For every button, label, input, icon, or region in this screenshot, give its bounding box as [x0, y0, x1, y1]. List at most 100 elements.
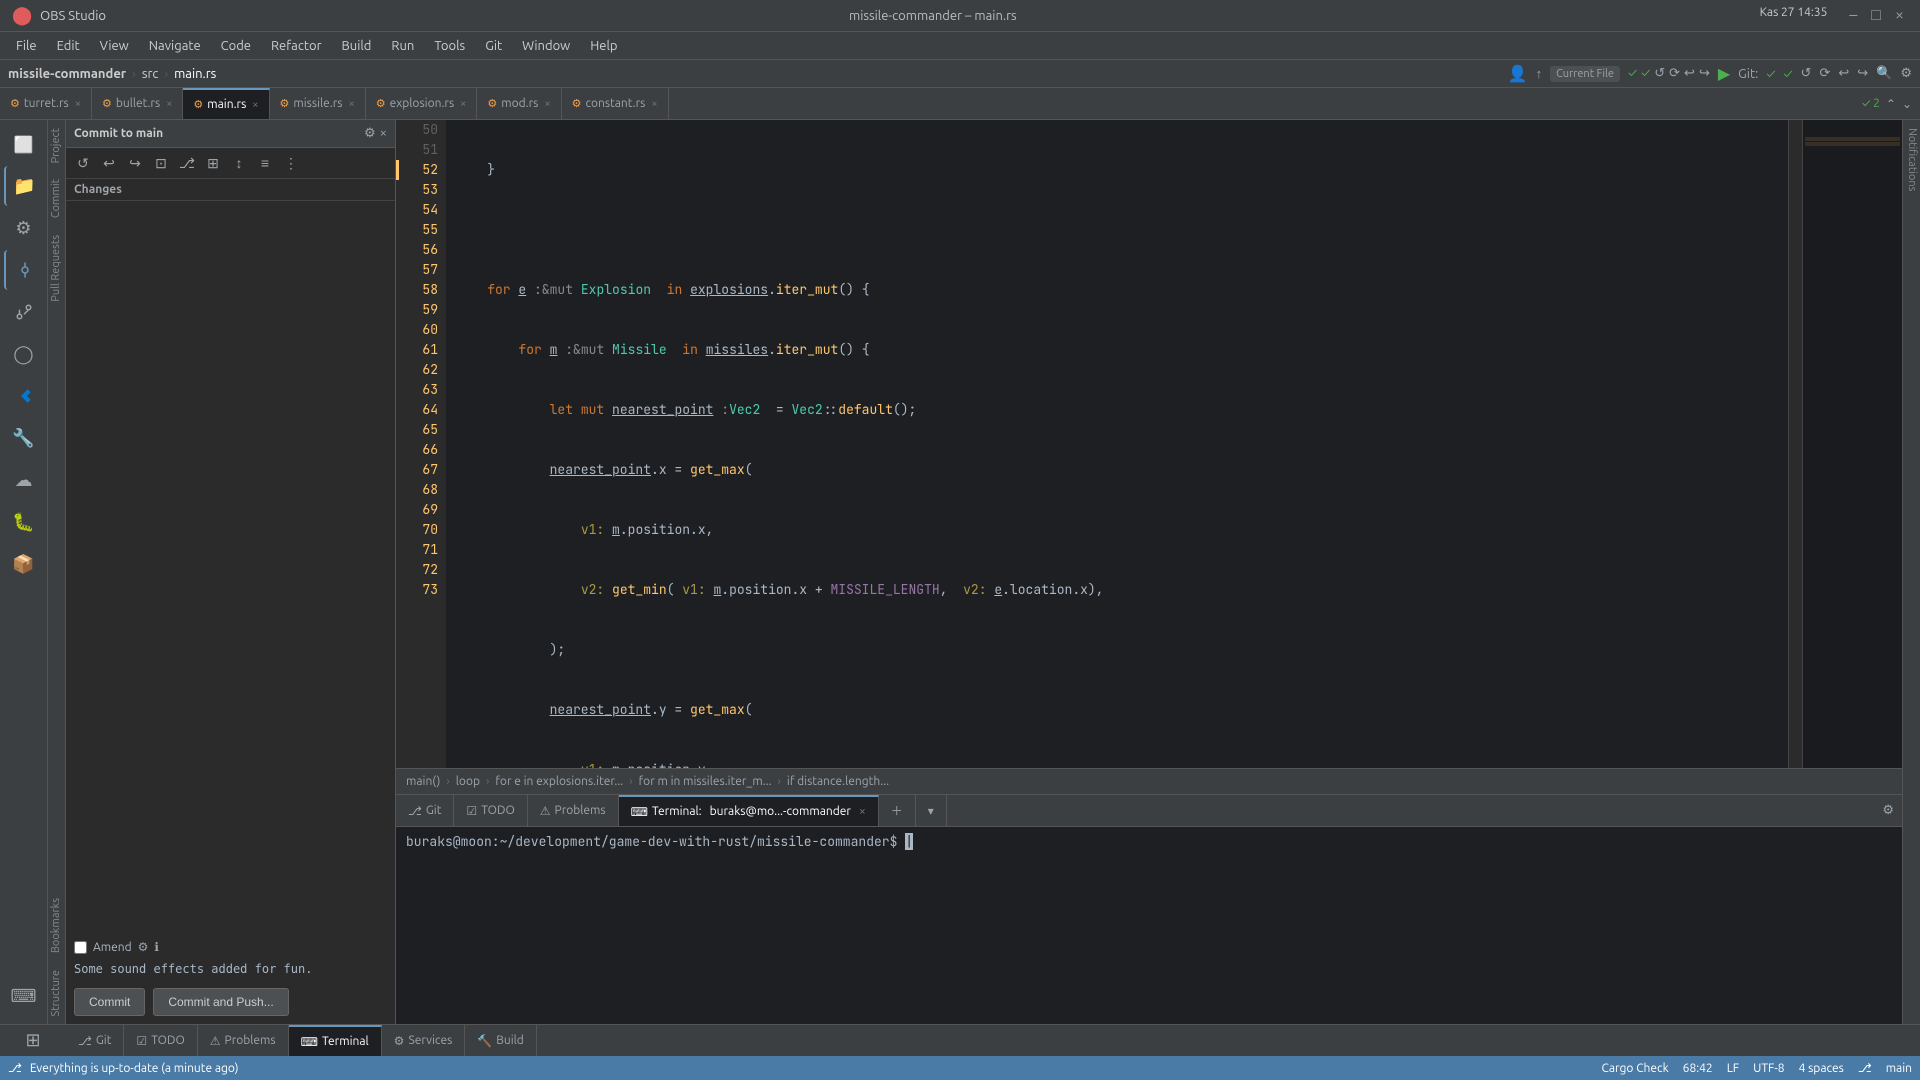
tab-close-icon[interactable]: × [348, 98, 354, 110]
code-content[interactable]: } for e :&mut Explosion in explosions.it… [446, 120, 1788, 768]
show-diff-button[interactable]: ⊡ [150, 152, 172, 174]
bc-if-distance[interactable]: if distance.length... [787, 775, 889, 788]
close-button[interactable]: × [1891, 6, 1908, 25]
bc-for-m[interactable]: for m in missiles.iter_m... [639, 775, 772, 788]
tab-close-icon[interactable]: × [252, 99, 258, 111]
notifications-label[interactable]: Notifications [1903, 120, 1920, 199]
tab-close-icon[interactable]: × [544, 98, 550, 110]
menu-git[interactable]: Git [477, 37, 510, 55]
terminal-tab-add[interactable]: ＋ [879, 795, 916, 826]
tab-explosion[interactable]: ⚙ explosion.rs × [366, 88, 478, 119]
tab-main[interactable]: ⚙ main.rs × [183, 88, 269, 119]
vert-label-commit[interactable]: Commit [48, 171, 65, 226]
tab-mod[interactable]: ⚙ mod.rs × [477, 88, 561, 119]
terminal-tab-git[interactable]: ⎇ Git [396, 795, 454, 826]
sidebar-icon-package[interactable]: 📦 [4, 544, 44, 584]
undo-button[interactable]: ↩ [98, 152, 120, 174]
sidebar-icon-teamcity[interactable]: 🔧 [4, 418, 44, 458]
menu-view[interactable]: View [92, 37, 137, 55]
sidebar-icon-debug[interactable]: 🐛 [4, 502, 44, 542]
menu-tools[interactable]: Tools [426, 37, 473, 55]
filter-button[interactable]: ≡ [254, 152, 276, 174]
terminal-tab-todo[interactable]: ☑ TODO [454, 795, 527, 826]
refresh-button[interactable]: ↺ [72, 152, 94, 174]
tab-constant[interactable]: ⚙ constant.rs × [562, 88, 669, 119]
bottom-tab-build[interactable]: 🔨 Build [465, 1025, 537, 1056]
group-button[interactable]: ⎇ [176, 152, 198, 174]
sidebar-icon-project[interactable]: 📁 [4, 166, 44, 206]
sidebar-icon-vscode[interactable] [4, 376, 44, 416]
tab-close-icon[interactable]: × [75, 98, 81, 110]
amend-checkbox[interactable] [74, 941, 87, 954]
more-button[interactable]: ⋮ [280, 152, 302, 174]
amend-label[interactable]: Amend [93, 941, 132, 954]
bottom-tab-git[interactable]: ⎇ Git [66, 1025, 124, 1056]
terminal-content[interactable]: buraks@moon:~/development/game-dev-with-… [396, 827, 1902, 1024]
commit-push-button[interactable]: Commit and Push... [153, 988, 288, 1016]
redo-button[interactable]: ↪ [124, 152, 146, 174]
menu-navigate[interactable]: Navigate [141, 37, 209, 55]
terminal-tab-problems[interactable]: ⚠ Problems [528, 795, 619, 826]
bc-for-e[interactable]: for e in explosions.iter... [495, 775, 623, 788]
minimize-button[interactable]: – [1845, 6, 1861, 25]
commit-settings-icon[interactable]: ⚙ [364, 126, 376, 141]
sidebar-icon-terminal[interactable]: ⌨ [4, 976, 44, 1016]
commit-close-icon[interactable]: × [380, 126, 387, 141]
breadcrumb-project[interactable]: missile-commander [8, 67, 126, 81]
breadcrumb-src[interactable]: src [142, 67, 159, 81]
sidebar-icon-cloud[interactable]: ☁ [4, 460, 44, 500]
run-button[interactable]: ▶ [1718, 64, 1730, 83]
vert-label-structure[interactable]: Structure [48, 962, 65, 1025]
amend-info-icon[interactable]: ℹ [154, 940, 159, 954]
menu-code[interactable]: Code [213, 37, 259, 55]
sidebar-icon-pull-requests[interactable] [4, 292, 44, 332]
menu-build[interactable]: Build [334, 37, 380, 55]
tab-missile[interactable]: ⚙ missile.rs × [270, 88, 366, 119]
search-icon[interactable]: 🔍 [1876, 66, 1892, 81]
cargo-check-label[interactable]: Cargo Check [1601, 1062, 1668, 1075]
tab-turret[interactable]: ⚙ turret.rs × [0, 88, 92, 119]
expand-icon[interactable]: ⌃ [1886, 97, 1896, 111]
amend-settings-icon[interactable]: ⚙ [138, 940, 149, 954]
bottom-tab-terminal[interactable]: ⌨ Terminal [289, 1025, 382, 1056]
menu-help[interactable]: Help [582, 37, 625, 55]
tab-close-icon[interactable]: × [166, 98, 172, 110]
settings-icon[interactable]: ⚙ [1900, 66, 1912, 81]
current-file-label[interactable]: Current File [1550, 66, 1620, 82]
terminal-close-icon[interactable]: × [859, 805, 866, 818]
expand-button[interactable]: ⊞ [202, 152, 224, 174]
profile-icon[interactable]: 👤 [1508, 64, 1528, 83]
tab-bullet[interactable]: ⚙ bullet.rs × [92, 88, 183, 119]
sidebar-icon-commit[interactable] [4, 250, 44, 290]
collapse-icon[interactable]: ⌄ [1902, 97, 1912, 111]
breadcrumb-file[interactable]: main.rs [174, 67, 216, 81]
bottom-tab-problems[interactable]: ⚠ Problems [198, 1025, 289, 1056]
sidebar-icon-grid[interactable]: ⬜ [4, 124, 44, 164]
sort-button[interactable]: ↕ [228, 152, 250, 174]
vcs-icon[interactable]: ↑ [1536, 66, 1543, 81]
menu-window[interactable]: Window [514, 37, 578, 55]
sidebar-icon-settings[interactable]: ⚙ [4, 208, 44, 248]
bottom-tab-services[interactable]: ⚙ Services [382, 1025, 466, 1056]
terminal-dropdown[interactable]: ▾ [916, 795, 947, 826]
bc-main[interactable]: main() [406, 775, 440, 788]
tab-icon: ⚙ [193, 98, 203, 111]
bc-loop[interactable]: loop [456, 775, 480, 788]
terminal-settings-icon[interactable]: ⚙ [1882, 803, 1894, 818]
sidebar-icon-circle[interactable]: ◯ [4, 334, 44, 374]
vert-label-bookmarks[interactable]: Bookmarks [48, 890, 65, 961]
bottom-tab-todo[interactable]: ☑ TODO [124, 1025, 197, 1056]
vert-label-project[interactable]: Project [48, 120, 65, 171]
menu-file[interactable]: File [8, 37, 45, 55]
menu-edit[interactable]: Edit [49, 37, 88, 55]
menu-refactor[interactable]: Refactor [263, 37, 330, 55]
apps-icon[interactable]: ⊞ [25, 1030, 40, 1051]
terminal-tab-terminal[interactable]: ⌨ Terminal: buraks@mo...-commander × [619, 795, 879, 826]
commit-button[interactable]: Commit [74, 988, 145, 1016]
maximize-button[interactable]: □ [1867, 6, 1885, 25]
tab-close-icon[interactable]: × [651, 98, 657, 110]
vert-label-pullrequests[interactable]: Pull Requests [48, 227, 65, 310]
tab-close-icon[interactable]: × [460, 98, 466, 110]
status-branch[interactable]: main [1886, 1062, 1912, 1075]
menu-run[interactable]: Run [383, 37, 422, 55]
